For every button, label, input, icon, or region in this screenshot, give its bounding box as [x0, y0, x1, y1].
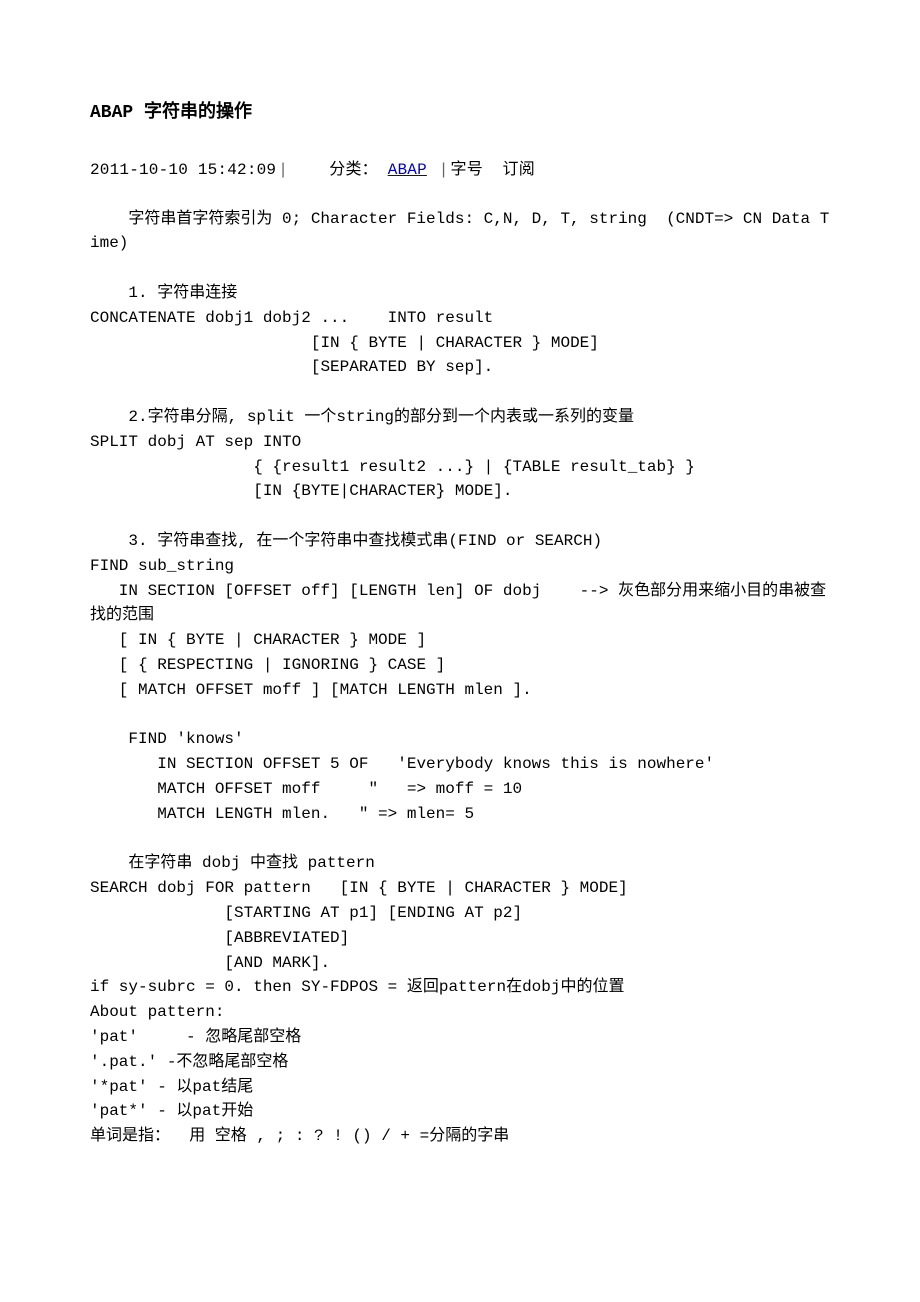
category-link[interactable]: ABAP: [388, 161, 427, 179]
category-label: 分类：: [329, 161, 378, 179]
meta-line: 2011-10-10 15:42:09| 分类： ABAP |字号 订阅: [90, 158, 830, 183]
separator: |: [278, 161, 288, 179]
document-page: ABAP 字符串的操作 2011-10-10 15:42:09| 分类： ABA…: [0, 0, 920, 1302]
subscribe-label: 订阅: [503, 161, 535, 179]
timestamp: 2011-10-10 15:42:09: [90, 161, 276, 179]
separator: |: [439, 161, 449, 179]
page-title: ABAP 字符串的操作: [90, 100, 830, 128]
document-body: 字符串首字符索引为 0; Character Fields: C,N, D, T…: [90, 207, 830, 1149]
font-size-label: 字号: [451, 161, 483, 179]
